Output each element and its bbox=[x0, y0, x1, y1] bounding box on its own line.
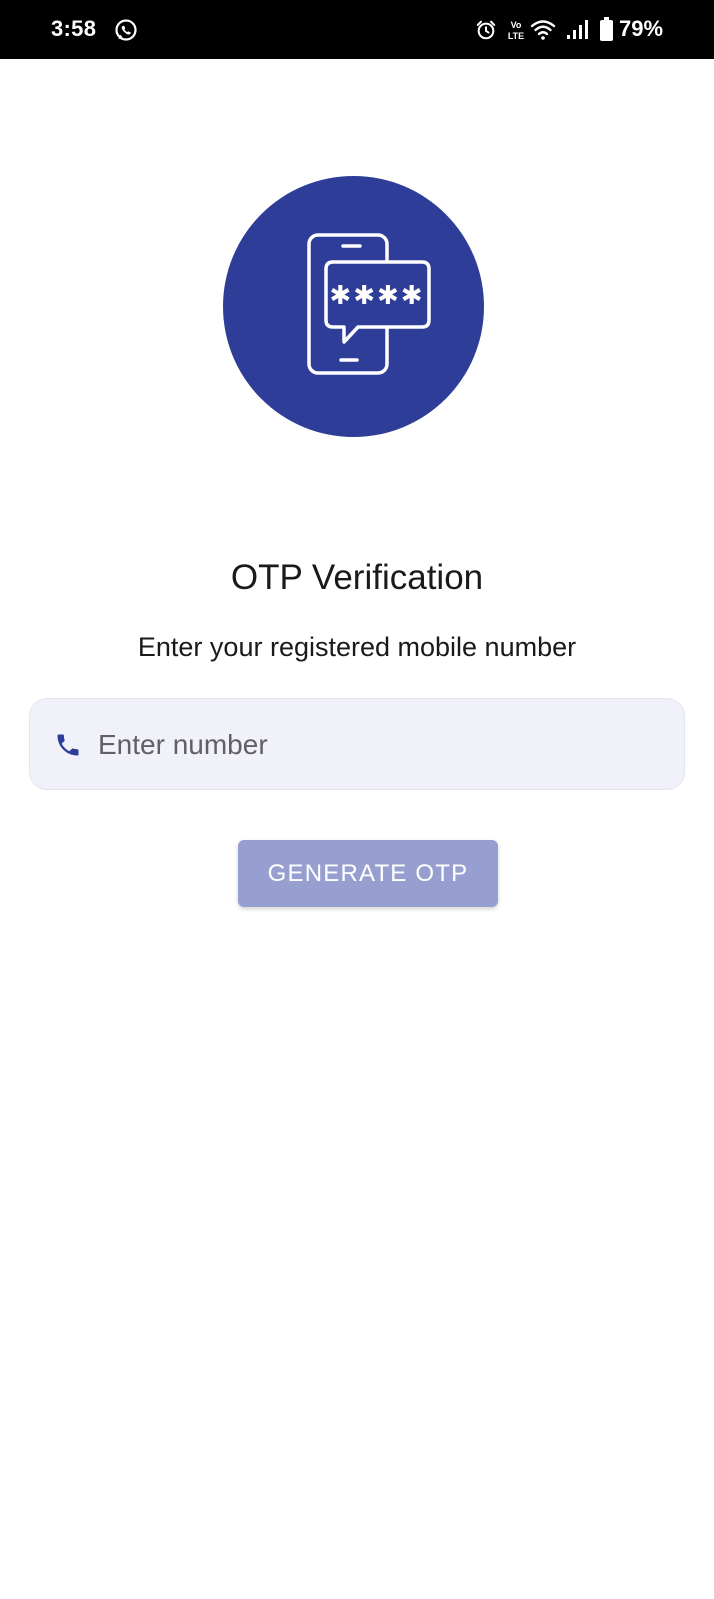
phone-number-input[interactable] bbox=[98, 717, 668, 773]
volte-icon: Vo LTE bbox=[508, 20, 524, 41]
whatsapp-icon bbox=[115, 19, 137, 41]
battery-percentage: 79% bbox=[619, 16, 664, 41]
status-time: 3:58 bbox=[51, 16, 97, 41]
generate-otp-button[interactable]: GENERATE OTP bbox=[238, 840, 498, 907]
svg-text:Vo: Vo bbox=[511, 20, 522, 30]
page-title: OTP Verification bbox=[230, 558, 484, 597]
page-subtitle: Enter your registered mobile number bbox=[137, 632, 577, 662]
svg-text:✱✱✱✱: ✱✱✱✱ bbox=[329, 281, 424, 311]
phone-icon bbox=[57, 734, 79, 756]
signal-icon bbox=[567, 20, 588, 39]
status-bar: 3:58 Vo LTE 79% bbox=[0, 0, 714, 59]
otp-illustration: ✱✱✱✱ bbox=[223, 176, 484, 437]
wifi-icon bbox=[530, 20, 556, 40]
battery-icon bbox=[600, 17, 613, 41]
alarm-icon bbox=[476, 20, 496, 40]
phone-number-field-container[interactable] bbox=[29, 698, 685, 790]
otp-phone-message-icon: ✱✱✱✱ bbox=[307, 233, 431, 375]
svg-text:LTE: LTE bbox=[508, 31, 524, 41]
